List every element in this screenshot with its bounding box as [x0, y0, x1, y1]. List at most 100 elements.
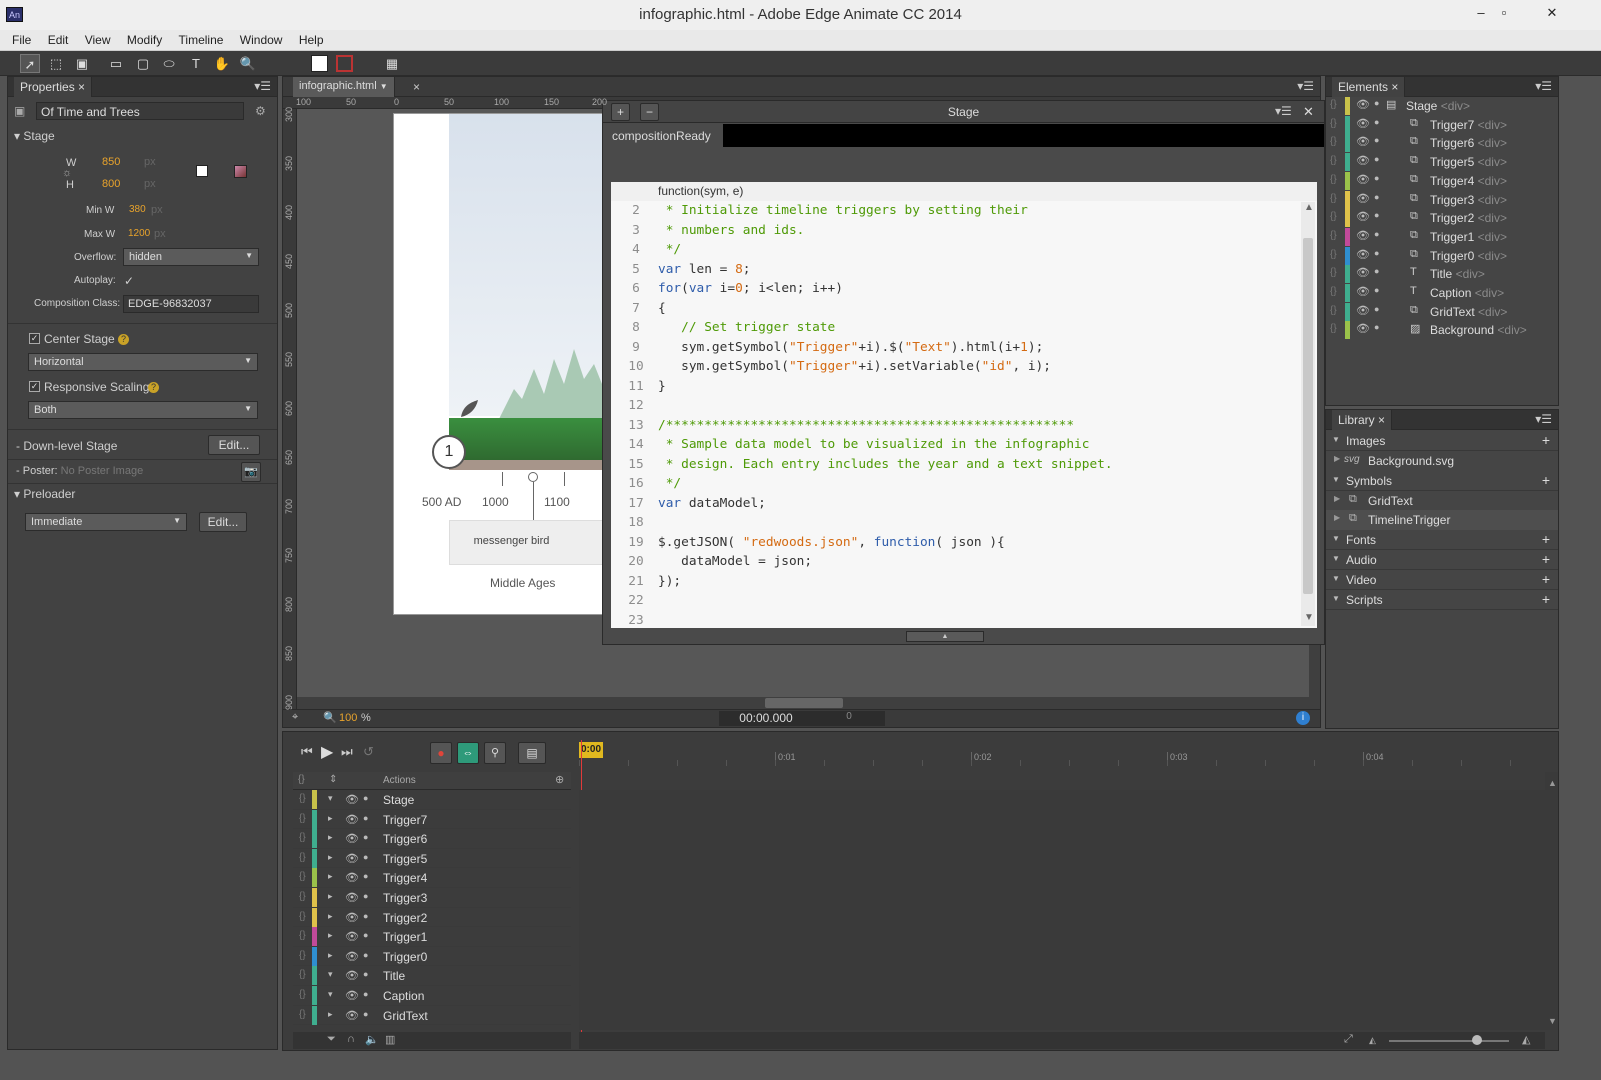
lock-dot-icon[interactable]: ● [1374, 173, 1379, 183]
composition-name-field[interactable]: Of Time and Trees [36, 102, 244, 120]
scroll-up-icon[interactable]: ▲ [1548, 778, 1557, 788]
time-ruler[interactable]: 0:00 0:01 0:02 0:03 0:04 [579, 740, 1558, 770]
play-icon[interactable]: ▶ [321, 742, 333, 762]
timeline-options-icon[interactable]: ▤ [518, 742, 546, 764]
eye-icon[interactable]: 👁 [1356, 192, 1370, 205]
element-row-trigger1[interactable]: {} 👁 ● ⧉ Trigger1 <div> [1326, 227, 1558, 247]
library-tab[interactable]: Library × [1332, 410, 1393, 430]
code-editor[interactable]: function(sym, e) 2 * Initialize timeline… [611, 182, 1317, 628]
scroll-down-icon[interactable]: ▼ [1304, 612, 1314, 623]
add-action-icon[interactable]: ⊕ [555, 773, 564, 786]
collapse-all-icon[interactable]: ⇕ [329, 774, 337, 785]
actions-icon[interactable]: {} [1330, 230, 1337, 241]
lock-dot-icon[interactable]: ● [363, 989, 368, 999]
expand-toggle-icon[interactable]: ▸ [328, 891, 333, 902]
lock-dot-icon[interactable]: ● [1374, 210, 1379, 220]
eye-icon[interactable]: 👁 [1356, 117, 1370, 130]
actions-icon[interactable]: {} [1330, 249, 1337, 260]
rectangle-tool-icon[interactable]: ▭ [106, 54, 126, 73]
actions-icon[interactable]: {} [299, 989, 306, 1000]
help-icon[interactable]: ? [118, 334, 129, 345]
expand-handle-icon[interactable]: ▲ [906, 631, 984, 642]
lock-dot-icon[interactable]: ● [363, 793, 368, 803]
camera-icon[interactable]: 📷 [241, 462, 261, 482]
element-row-trigger5[interactable]: {} 👁 ● ⧉ Trigger5 <div> [1326, 153, 1558, 172]
element-row-trigger7[interactable]: {} 👁 ● ⧉ Trigger7 <div> [1326, 115, 1558, 135]
eye-icon[interactable]: 👁 [345, 793, 359, 806]
timeline-row-title[interactable]: {} ▾ 👁 ● Title [293, 966, 571, 986]
lock-dot-icon[interactable]: ● [1374, 117, 1379, 127]
eye-icon[interactable]: 👁 [1356, 173, 1370, 186]
actions-icon[interactable]: {} [299, 950, 306, 961]
panel-menu-icon[interactable]: ▾☰ [1535, 79, 1552, 93]
eye-icon[interactable]: 👁 [345, 989, 359, 1002]
library-item[interactable]: ▶ svg Background.svg [1326, 451, 1558, 471]
ellipse-tool-icon[interactable]: ⬭ [159, 54, 179, 73]
timeline-row-trigger1[interactable]: {} ▸ 👁 ● Trigger1 [293, 927, 571, 947]
code-line[interactable]: 15 * design. Each entry includes the yea… [611, 457, 1301, 476]
timeline-marker-1[interactable]: 1 [432, 435, 466, 469]
close-icon[interactable]: ✕ [1303, 104, 1314, 120]
preloader-select[interactable]: Immediate ▼ [25, 513, 187, 531]
expand-toggle-icon[interactable]: ▸ [328, 911, 333, 922]
element-row-trigger3[interactable]: {} 👁 ● ⧉ Trigger3 <div> [1326, 190, 1558, 210]
actions-icon[interactable]: {} [299, 852, 306, 863]
actions-icon[interactable]: {} [1330, 286, 1337, 297]
code-line[interactable]: 11} [611, 379, 1301, 398]
element-row-caption[interactable]: {} 👁 ● T Caption <div> [1326, 284, 1558, 303]
text-tool-icon[interactable]: T [186, 54, 206, 73]
library-scripts-section[interactable]: ▼ Scripts + [1326, 590, 1558, 610]
eye-icon[interactable]: 👁 [1356, 285, 1370, 298]
actions-icon[interactable]: {} [1330, 323, 1337, 334]
actions-icon[interactable]: {} [1330, 118, 1337, 129]
expand-toggle-icon[interactable]: ▾ [328, 989, 333, 1000]
eye-icon[interactable]: 👁 [1356, 248, 1370, 261]
panel-menu-icon[interactable]: ▾☰ [254, 79, 271, 93]
expand-toggle-icon[interactable]: ▸ [328, 930, 333, 941]
down-level-edit-button[interactable]: Edit... [208, 435, 260, 455]
down-level-stage-header[interactable]: ‐ Down-level Stage [16, 439, 117, 453]
lock-dot-icon[interactable]: ● [1374, 154, 1379, 164]
add-icon[interactable]: + [1542, 551, 1550, 567]
expand-toggle-icon[interactable]: ▾ [328, 793, 333, 804]
code-line[interactable]: 19 $.getJSON( "redwoods.json", function( … [611, 535, 1301, 554]
actions-icon[interactable]: {} [1330, 174, 1337, 185]
close-icon[interactable]: × [78, 80, 85, 94]
timeline-scrollbar[interactable]: ▲ ▼ [1545, 772, 1558, 1030]
library-symbols-section[interactable]: ▼ Symbols + [1326, 471, 1558, 491]
menu-help[interactable]: Help [293, 30, 331, 47]
panel-menu-icon[interactable]: ▾☰ [1275, 104, 1292, 118]
eye-icon[interactable]: 👁 [1356, 98, 1370, 111]
close-document-icon[interactable]: × [413, 80, 420, 94]
code-scrollbar[interactable]: ▲ ▼ [1301, 202, 1315, 626]
stage-gradient-swatch[interactable] [234, 165, 247, 178]
eye-icon[interactable]: 👁 [1356, 154, 1370, 167]
eye-icon[interactable]: 👁 [1356, 266, 1370, 279]
loop-icon[interactable]: ↺ [363, 744, 374, 760]
actions-icon[interactable]: {} [1330, 305, 1337, 316]
playhead-time-label[interactable]: 0:00 [579, 742, 603, 758]
lock-dot-icon[interactable]: ● [363, 832, 368, 842]
close-window-button[interactable]: ✕ [1534, 3, 1570, 23]
responsive-scaling-select[interactable]: Both ▼ [28, 401, 258, 419]
actions-icon[interactable]: {} [1330, 193, 1337, 204]
actions-icon[interactable]: {} [299, 832, 306, 843]
lock-dot-icon[interactable]: ● [363, 871, 368, 881]
help-icon[interactable]: ? [148, 382, 159, 393]
timeline-tracks[interactable] [579, 790, 1545, 1030]
timeline-row-trigger3[interactable]: {} ▸ 👁 ● Trigger3 [293, 888, 571, 908]
skip-end-icon[interactable]: ⏭ [341, 744, 353, 760]
actions-icon[interactable]: {} [299, 813, 306, 824]
event-tab-compositionready[interactable]: compositionReady [603, 124, 723, 147]
eye-icon[interactable]: 👁 [345, 1009, 359, 1022]
code-line[interactable]: 12 [611, 398, 1301, 417]
scroll-down-icon[interactable]: ▼ [1548, 1016, 1557, 1026]
actions-icon[interactable]: {} [299, 1009, 306, 1020]
expand-toggle-icon[interactable]: ▸ [328, 813, 333, 824]
lock-dot-icon[interactable]: ● [363, 930, 368, 940]
responsive-scaling-checkbox[interactable]: ✓ [29, 381, 40, 392]
code-line[interactable]: 18 [611, 515, 1301, 534]
lock-dot-icon[interactable]: ● [1374, 229, 1379, 239]
actions-icon[interactable]: {} [1330, 211, 1337, 222]
composition-class-field[interactable]: EDGE-96832037 [123, 295, 259, 313]
